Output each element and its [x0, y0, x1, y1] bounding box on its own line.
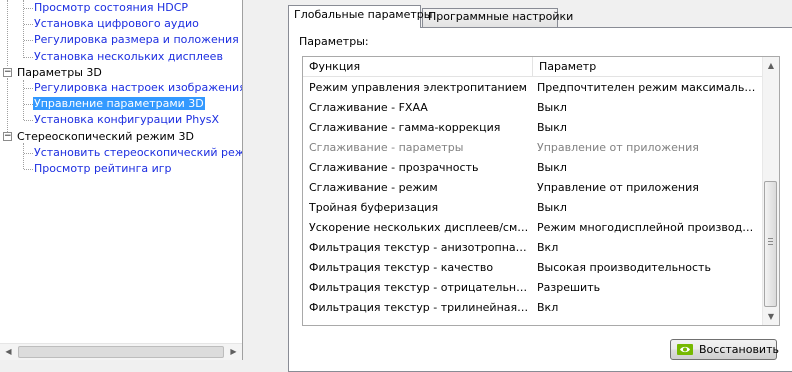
scroll-left-arrow-icon[interactable]: ◀	[0, 344, 17, 360]
grip-line	[768, 238, 773, 239]
collapse-toggle-3d[interactable]: −	[3, 68, 12, 77]
tree-connector	[7, 78, 8, 136]
tree-item-physx-config[interactable]: Установка конфигурации PhysX	[33, 112, 220, 128]
tree-item-adjust-image-settings[interactable]: Регулировка настроек изображения с пр	[33, 80, 242, 96]
nvidia-logo-icon	[677, 344, 693, 355]
tree-connector	[24, 169, 33, 170]
tree-connector	[24, 153, 33, 154]
tree-connector	[24, 120, 33, 121]
tree-connector	[24, 24, 33, 25]
global-settings-panel: Параметры: Функция Параметр Режим управл…	[288, 27, 792, 372]
tree-section-3d-settings[interactable]: Параметры 3D	[17, 65, 102, 81]
collapse-toggle-stereo[interactable]: −	[3, 132, 12, 141]
scrollbar-thumb[interactable]	[764, 181, 777, 307]
tree-connector	[23, 143, 24, 169]
scroll-down-arrow-icon[interactable]: ▼	[763, 308, 779, 325]
scroll-up-arrow-icon[interactable]: ▲	[763, 57, 779, 74]
tree-connector	[24, 57, 33, 58]
tree-item-hdcp-status[interactable]: Просмотр состояния HDCP	[33, 0, 189, 16]
tree-connector	[24, 104, 33, 105]
settings-row[interactable]: Режим управления электропитанием Предпоч…	[303, 78, 763, 98]
grip-line	[768, 244, 773, 245]
tree-item-digital-audio[interactable]: Установка цифрового аудио	[33, 16, 200, 32]
grid-vertical-scrollbar[interactable]: ▲ ▼	[762, 57, 779, 325]
tree-connector	[7, 0, 8, 66]
tree-connector	[24, 40, 33, 41]
settings-row[interactable]: Ускорение нескольких дисплеев/смеша... Р…	[303, 218, 763, 238]
navigation-tree: Просмотр состояния HDCP Установка цифров…	[0, 0, 242, 360]
tab-program-settings[interactable]: Программные настройки	[422, 8, 573, 27]
tree-item-desktop-size-position[interactable]: Регулировка размера и положения рабо	[33, 32, 242, 48]
grid-header: Функция Параметр	[303, 57, 763, 77]
scroll-right-arrow-icon[interactable]: ▶	[225, 344, 242, 360]
tree-section-stereoscopic-3d[interactable]: Стереоскопический режим 3D	[17, 129, 194, 145]
settings-row[interactable]: Сглаживание - режим Управление от прилож…	[303, 178, 763, 198]
tree-item-manage-3d-settings[interactable]: Управление параметрами 3D	[33, 96, 205, 112]
settings-row[interactable]: Фильтрация текстур - трилинейная опт... …	[303, 298, 763, 318]
tree-item-game-ratings[interactable]: Просмотр рейтинга игр	[33, 161, 173, 177]
tree-horizontal-scrollbar[interactable]: ◀ ▶	[0, 343, 242, 360]
settings-label: Параметры:	[299, 35, 369, 48]
restore-button[interactable]: Восстановить	[670, 339, 779, 360]
settings-row[interactable]: Сглаживание - гамма-коррекция Выкл	[303, 118, 763, 138]
settings-row[interactable]: Фильтрация текстур - качество Высокая пр…	[303, 258, 763, 278]
tab-global-settings[interactable]: Глобальные параметры	[288, 5, 432, 28]
tree-item-set-up-stereo-3d[interactable]: Установить стереоскопический режим 3	[33, 145, 242, 161]
grip-line	[768, 241, 773, 242]
settings-row[interactable]: Фильтрация текстур - анизотропная опт...…	[303, 238, 763, 258]
scrollbar-thumb[interactable]	[18, 346, 224, 358]
column-header-parameter[interactable]: Параметр	[533, 57, 763, 77]
settings-row-disabled: Сглаживание - параметры Управление от пр…	[309, 141, 699, 154]
column-header-function[interactable]: Функция	[303, 57, 533, 77]
settings-row[interactable]: Сглаживание - FXAA Выкл	[303, 98, 763, 118]
tree-connector	[24, 8, 33, 9]
tree-connector	[23, 80, 24, 120]
settings-row[interactable]: Сглаживание - прозрачность Выкл	[303, 158, 763, 178]
settings-row[interactable]: Фильтрация текстур - отрицательное о... …	[303, 278, 763, 298]
settings-row[interactable]: Тройная буферизация Выкл	[303, 198, 763, 218]
splitter[interactable]	[242, 0, 243, 360]
settings-grid: Функция Параметр Режим управления электр…	[302, 56, 780, 326]
tree-item-multiple-displays[interactable]: Установка нескольких дисплеев	[33, 49, 224, 65]
tree-connector	[24, 88, 33, 89]
